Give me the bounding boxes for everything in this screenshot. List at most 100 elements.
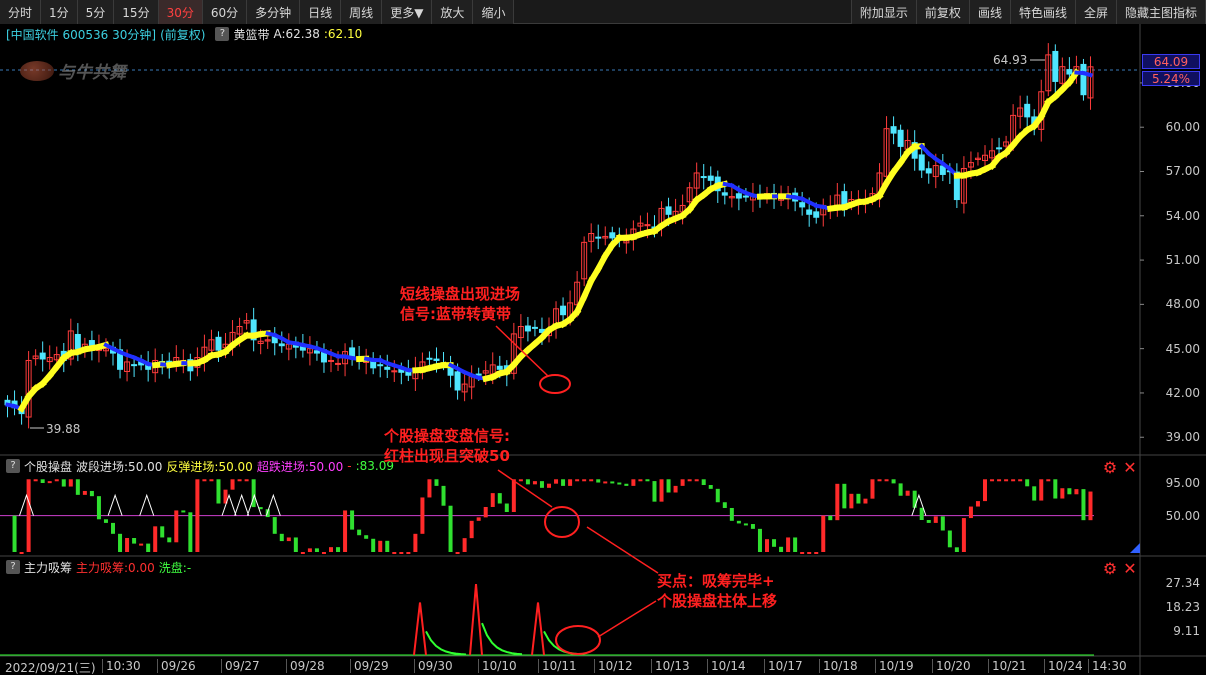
panel2-step [1088,491,1093,521]
panel2-step [870,479,875,499]
candle-body [39,352,46,360]
panel2-step [666,479,671,493]
panel2-step [968,506,973,519]
panel2-step [12,515,17,552]
candle-body [595,236,602,239]
panel2-step [1004,479,1009,482]
panel2-step [568,479,573,486]
panel2-step [539,481,544,488]
panel2-step [610,481,615,484]
candle-body [707,175,714,181]
panel2-step [357,529,362,536]
candle-body [560,305,567,316]
candle-body [278,343,285,347]
panel2-step [82,490,87,495]
candle-body [1024,103,1031,118]
low-price-label: 39.88 [46,422,81,436]
candle-body [335,362,342,365]
panel2-step [863,498,868,504]
panel3-wash: 洗盘:- [158,560,192,575]
panel2-step [898,483,903,496]
close-icon[interactable]: ✕ [1122,561,1138,577]
panel2-triangle-marker [234,493,250,516]
panel2-step [582,479,587,482]
panel2-step [708,485,713,489]
annotation-arrow [497,469,553,508]
panel2-step [504,503,509,512]
annotation-line: 个股操盘变盘信号: [384,427,510,445]
panel2-step [807,552,812,554]
panel2-step [645,479,650,482]
panel2-step [1018,479,1023,482]
date-tick-label: 10/20 [932,659,971,673]
settings-gear-icon[interactable]: ⚙ [1102,561,1118,577]
price-tick-label: 51.00 [1165,253,1200,268]
panel2-step [448,505,453,552]
panel2-step [765,539,769,552]
candle-body [665,206,672,215]
panel2-step [687,479,692,482]
panel2-step [617,482,622,485]
candle-body [925,168,932,174]
panel2-step [160,526,165,538]
candle-body [609,232,616,239]
price-tick-label: 48.00 [1165,297,1200,312]
panel2-step [933,516,938,523]
candles-layer [4,43,1094,429]
date-tick-label: 10:30 [102,659,141,673]
date-tick-label: 10/21 [988,659,1027,673]
candle-body [328,359,334,362]
panel2-step [561,479,566,486]
candle-body [806,209,813,215]
panel2-step [209,479,214,482]
date-tick-label: 09/27 [221,659,260,673]
panel2-step [842,483,847,509]
panel2-step [680,479,685,486]
price-tick-label: 42.00 [1165,385,1200,400]
panel3-tick-label: 18.23 [1165,600,1200,615]
panel2-step [181,510,186,513]
panel2-step [427,479,432,498]
panel2-step [272,517,277,534]
watermark-text: 与牛共舞 [58,63,126,83]
candle-body [433,358,440,361]
candle-body [897,129,904,147]
panel2-step [286,537,291,542]
annotation-line: 信号:蓝带转黄带 [400,305,511,323]
help-icon[interactable]: ? [6,459,20,473]
panel2-step [673,485,678,493]
panel2-step [821,515,826,552]
panel2-step [476,517,481,521]
panel2-step [589,479,594,482]
candle-body [735,193,742,199]
panel3-tick-label: 9.11 [1173,624,1200,639]
panel2-step [743,523,748,526]
panel2-step [237,479,242,482]
panel2-step [469,520,474,539]
panel2-step [884,479,889,482]
panel2-step [26,479,31,552]
panel2-step [779,546,784,552]
panel2-step [75,479,80,495]
panel2-step [997,479,1002,482]
date-tick-label: 10/10 [478,659,517,673]
price-tick-label: 45.00 [1165,341,1200,356]
panel2-step [547,483,551,488]
panel2-step [497,493,502,504]
candle-body [1052,50,1059,82]
date-tick-label: 09/28 [286,659,325,673]
date-tick-label: 10/18 [819,659,858,673]
panel2-step [125,538,130,552]
panel2-triangle-marker [107,493,123,516]
panel2-triangle-marker [19,493,34,516]
panel2-step [554,479,559,484]
date-tick-label: 10/19 [875,659,914,673]
close-icon[interactable]: ✕ [1122,460,1138,476]
help-icon[interactable]: ? [6,560,20,574]
settings-gear-icon[interactable]: ⚙ [1102,460,1118,476]
panel2-step [413,533,418,552]
absorb-spike [531,602,545,656]
panel3-layer [0,584,1094,656]
panel2-step [153,526,158,552]
panel2-tick-label: 50.00 [1165,508,1200,523]
